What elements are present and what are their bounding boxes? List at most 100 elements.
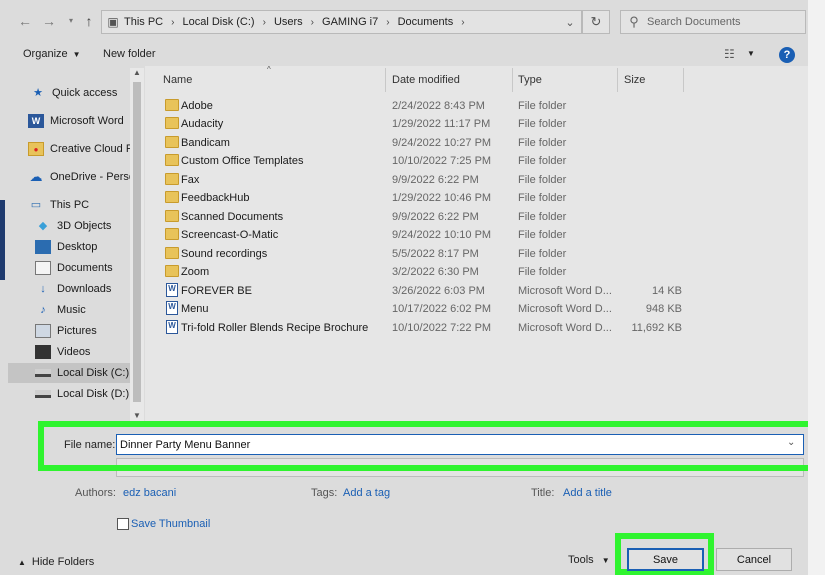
scroll-up-icon[interactable]: ▲	[130, 68, 144, 77]
file-size: 11,692 KB	[631, 322, 682, 334]
tags-field[interactable]: Add a tag	[343, 487, 390, 499]
nav-item-label: Pictures	[57, 325, 97, 337]
save-thumbnail-checkbox[interactable]	[117, 518, 129, 530]
help-icon[interactable]: ?	[779, 47, 795, 63]
nav-item-label: Downloads	[57, 283, 112, 295]
tools-label: Tools	[568, 554, 594, 566]
pictures-icon	[35, 324, 51, 338]
breadcrumb-separator[interactable]: ›	[311, 17, 314, 28]
cancel-button[interactable]: Cancel	[716, 548, 792, 571]
file-name: Sound recordings	[181, 248, 268, 260]
folder-icon	[165, 173, 179, 185]
file-row[interactable]: W Tri-fold Roller Blends Recipe Brochure 1…	[145, 319, 808, 337]
forward-arrow-icon[interactable]: →	[40, 12, 58, 30]
file-type: Microsoft Word D...	[518, 303, 612, 315]
file-row[interactable]: FeedbackHub 1/29/2022 10:46 PM File folder	[145, 189, 808, 207]
nav-item-local-disk-c[interactable]: Local Disk (C:)	[8, 363, 130, 383]
search-placeholder[interactable]: Search Documents	[647, 16, 741, 28]
title-field[interactable]: Add a title	[563, 487, 612, 499]
back-arrow-icon[interactable]: ←	[16, 12, 34, 30]
nav-item-videos[interactable]: Videos	[35, 342, 90, 362]
nav-item-quick-access[interactable]: ★ Quick access	[30, 83, 117, 103]
column-header-size[interactable]: Size	[624, 74, 645, 86]
file-name-input[interactable]	[116, 434, 804, 455]
file-row[interactable]: W Menu 10/17/2022 6:02 PM Microsoft Word D.…	[145, 300, 808, 318]
breadcrumb-separator[interactable]: ›	[171, 17, 174, 28]
chevron-down-icon: ▼	[601, 556, 610, 565]
file-date: 9/9/2022 6:22 PM	[392, 211, 479, 223]
up-arrow-icon[interactable]: ↑	[80, 12, 98, 30]
authors-field[interactable]: edz bacani	[123, 487, 176, 499]
breadcrumb-documents[interactable]: Documents	[398, 16, 454, 28]
column-divider[interactable]	[617, 68, 618, 92]
address-dropdown-chevron-icon[interactable]: ⌄	[559, 16, 581, 29]
refresh-icon[interactable]: ↻	[582, 10, 610, 34]
column-divider[interactable]	[385, 68, 386, 92]
folder-icon	[165, 265, 179, 277]
scroll-down-icon[interactable]: ▼	[130, 411, 144, 420]
breadcrumb-separator[interactable]: ›	[386, 17, 389, 28]
nav-pane-scrollbar[interactable]: ▲ ▼	[130, 68, 144, 426]
desktop-icon	[35, 240, 51, 254]
breadcrumb-users[interactable]: Users	[274, 16, 303, 28]
nav-item-this-pc[interactable]: ▭ This PC	[28, 195, 89, 215]
file-name: Fax	[181, 174, 200, 186]
chevron-down-icon[interactable]: ▼	[747, 49, 755, 58]
creative-cloud-icon: ●	[28, 142, 44, 156]
scrollbar-thumb[interactable]	[133, 82, 141, 402]
nav-item-3d-objects[interactable]: ◆ 3D Objects	[35, 216, 112, 236]
nav-item-creative-cloud[interactable]: ● Creative Cloud Fil	[28, 139, 137, 159]
organize-label: Organize	[23, 48, 68, 60]
breadcrumb-separator[interactable]: ›	[263, 17, 266, 28]
view-options-icon[interactable]: ☷	[724, 47, 735, 61]
file-row[interactable]: Adobe 2/24/2022 8:43 PM File folder	[145, 97, 808, 115]
file-type: File folder	[518, 174, 567, 186]
file-name: Zoom	[181, 266, 210, 278]
breadcrumb-this-pc[interactable]: This PC	[124, 16, 163, 28]
folder-icon	[165, 136, 179, 148]
file-row[interactable]: Audacity 1/29/2022 11:17 PM File folder	[145, 115, 808, 133]
nav-item-microsoft-word[interactable]: W Microsoft Word	[28, 111, 124, 131]
file-row[interactable]: Sound recordings 5/5/2022 8:17 PM File fol…	[145, 245, 808, 263]
organize-button[interactable]: Organize ▼	[23, 48, 81, 60]
file-row[interactable]: Scanned Documents 9/9/2022 6:22 PM File fo…	[145, 208, 808, 226]
nav-item-desktop[interactable]: Desktop	[35, 237, 97, 257]
file-row[interactable]: W FOREVER BE 3/26/2022 6:03 PM Microsoft Wo…	[145, 282, 808, 300]
nav-item-music[interactable]: ♪ Music	[35, 300, 85, 320]
nav-item-documents[interactable]: Documents	[35, 258, 113, 278]
file-date: 9/9/2022 6:22 PM	[392, 174, 479, 186]
drive-icon	[35, 369, 51, 377]
file-row[interactable]: Screencast-O-Matic 9/24/2022 10:10 PM File…	[145, 226, 808, 244]
column-header-type[interactable]: Type	[518, 74, 542, 86]
column-header-date-modified[interactable]: Date modified	[392, 74, 460, 86]
file-row[interactable]: Bandicam 9/24/2022 10:27 PM File folder	[145, 134, 808, 152]
file-row[interactable]: Fax 9/9/2022 6:22 PM File folder	[145, 171, 808, 189]
recent-locations-chevron-icon[interactable]: ▾	[62, 12, 80, 30]
save-button[interactable]: Save	[627, 548, 704, 571]
breadcrumb-local-disk-c[interactable]: Local Disk (C:)	[182, 16, 254, 28]
search-box[interactable]: ⚲ Search Documents	[620, 10, 806, 34]
address-bar[interactable]: ▣ This PC › Local Disk (C:) › Users › GA…	[101, 10, 582, 34]
nav-item-label: This PC	[50, 199, 90, 211]
save-thumbnail-label[interactable]: Save Thumbnail	[131, 518, 210, 530]
nav-item-downloads[interactable]: ↓ Downloads	[35, 279, 111, 299]
file-row[interactable]: Zoom 3/2/2022 6:30 PM File folder	[145, 263, 808, 281]
nav-item-pictures[interactable]: Pictures	[35, 321, 97, 341]
column-divider[interactable]	[683, 68, 684, 92]
column-header-name[interactable]: Name	[163, 74, 192, 86]
nav-item-label: Microsoft Word	[50, 115, 124, 127]
nav-item-local-disk-d[interactable]: Local Disk (D:)	[35, 384, 129, 404]
background-window-edge	[0, 200, 5, 280]
breadcrumb-gaming-i7[interactable]: GAMING i7	[322, 16, 378, 28]
file-row[interactable]: Custom Office Templates 10/10/2022 7:25 P…	[145, 152, 808, 170]
hide-folders-button[interactable]: ▲ Hide Folders	[18, 556, 94, 568]
breadcrumb-separator[interactable]: ›	[461, 17, 464, 28]
file-type: File folder	[518, 266, 567, 278]
nav-item-onedrive[interactable]: ☁ OneDrive - Person	[28, 167, 142, 187]
tools-button[interactable]: Tools ▼	[568, 554, 610, 566]
title-label: Title:	[531, 487, 555, 499]
new-folder-button[interactable]: New folder	[103, 48, 156, 60]
file-type: Microsoft Word D...	[518, 285, 612, 297]
file-name-dropdown-chevron-icon[interactable]: ⌄	[787, 437, 795, 448]
column-divider[interactable]	[512, 68, 513, 92]
